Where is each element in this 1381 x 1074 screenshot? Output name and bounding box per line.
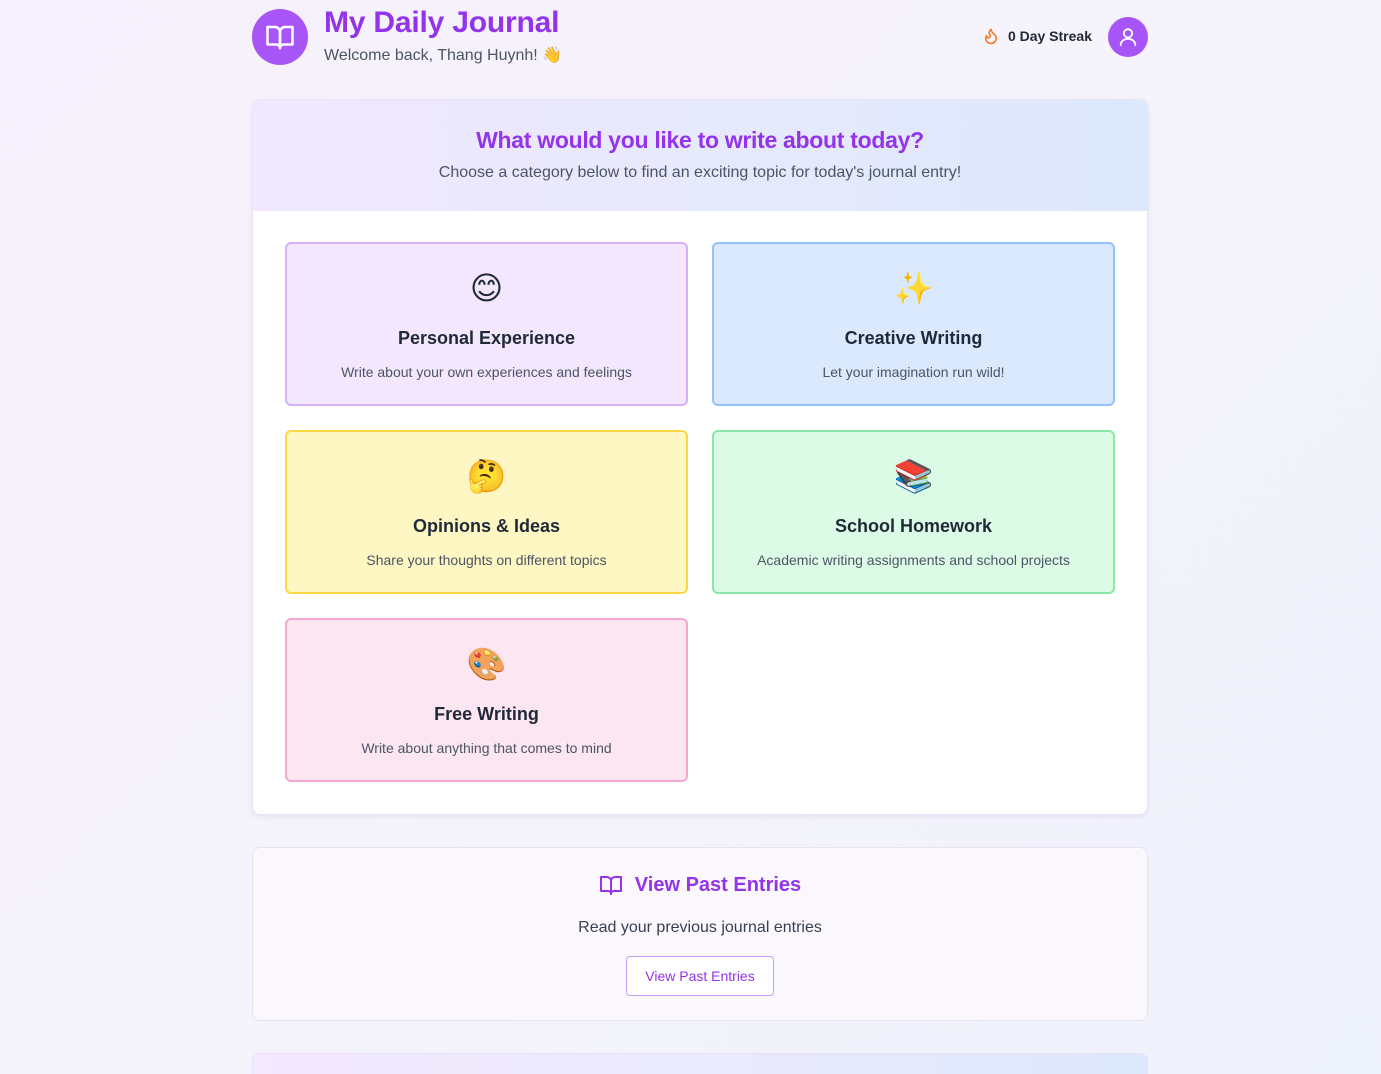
streak-label: 0 Day Streak — [1007, 28, 1092, 44]
category-title: Personal Experience — [397, 328, 576, 348]
category-personal-experience[interactable]: 😊 Personal Experience Write about your o… — [285, 242, 688, 406]
category-description: Write about anything that comes to mind — [361, 740, 612, 756]
palette-icon: 🎨 — [466, 646, 507, 682]
past-entries-title: View Past Entries — [634, 873, 802, 896]
category-title: School Homework — [834, 516, 993, 536]
category-description: Share your thoughts on different topics — [366, 552, 607, 568]
category-description: Academic writing assignments and school … — [757, 552, 1070, 568]
category-school-homework[interactable]: 📚 School Homework Academic writing assig… — [712, 430, 1115, 594]
category-title: Free Writing — [434, 704, 539, 724]
app-title: My Daily Journal — [324, 6, 560, 39]
past-entries-header: View Past Entries — [253, 873, 1147, 897]
category-card: What would you like to write about today… — [252, 99, 1148, 815]
user-icon — [1119, 28, 1137, 47]
category-card-title: What would you like to write about today… — [476, 127, 924, 153]
thinking-face-icon: 🤔 — [466, 458, 507, 494]
category-description: Let your imagination run wild! — [822, 364, 1005, 380]
past-entries-subtitle: Read your previous journal entries — [578, 919, 822, 936]
flame-icon — [984, 28, 997, 45]
category-opinions-ideas[interactable]: 🤔 Opinions & Ideas Share your thoughts o… — [285, 430, 688, 594]
view-past-entries-button[interactable]: View Past Entries — [626, 956, 774, 996]
user-avatar-button[interactable] — [1108, 17, 1148, 57]
book-open-icon — [266, 25, 294, 50]
category-card-subtitle: Choose a category below to find an excit… — [438, 164, 962, 181]
category-free-writing[interactable]: 🎨 Free Writing Write about anything that… — [285, 618, 688, 782]
sparkles-icon: ✨ — [893, 270, 934, 306]
category-title: Opinions & Ideas — [412, 516, 561, 536]
category-description: Write about your own experiences and fee… — [341, 364, 632, 380]
category-title: Creative Writing — [844, 328, 983, 348]
category-card-header: What would you like to write about today… — [253, 100, 1147, 211]
smile-icon: 😊 — [469, 270, 504, 306]
welcome-message: Welcome back, Thang Huynh! 👋 — [324, 47, 563, 64]
app-header: My Daily Journal Welcome back, Thang Huy… — [252, 0, 1148, 80]
book-open-icon — [599, 876, 622, 895]
streak-indicator: 0 Day Streak — [982, 27, 1092, 45]
books-icon: 📚 — [893, 458, 934, 494]
next-section-card — [252, 1053, 1148, 1074]
past-entries-card: View Past Entries Read your previous jou… — [252, 847, 1148, 1021]
category-creative-writing[interactable]: ✨ Creative Writing Let your imagination … — [712, 242, 1115, 406]
app-logo — [252, 9, 308, 65]
page-container: My Daily Journal Welcome back, Thang Huy… — [252, 0, 1148, 1074]
